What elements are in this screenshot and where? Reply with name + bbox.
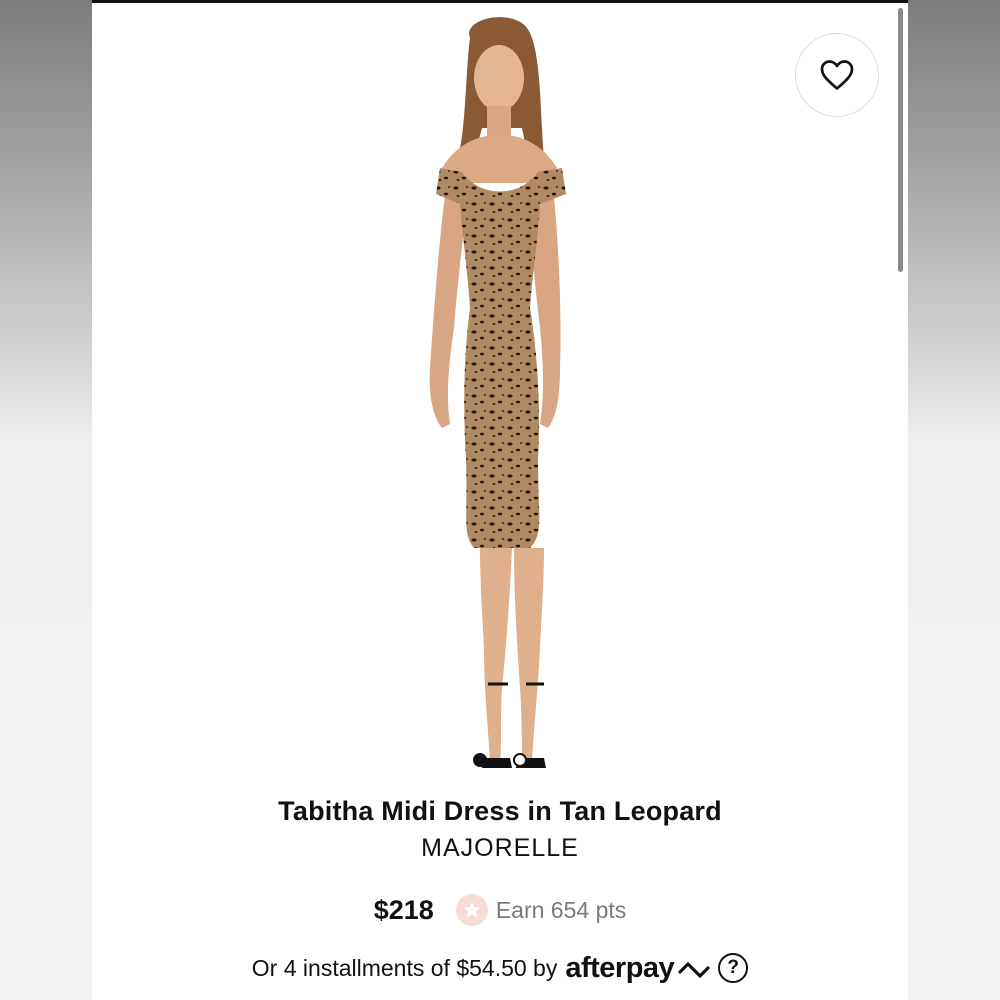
rewards-points: Earn 654 pts: [495, 896, 627, 923]
installments-row: Or 4 installments of $54.50 by afterpay …: [92, 948, 908, 988]
backdrop-left: [0, 0, 92, 1000]
product-price: $218: [373, 894, 434, 925]
price-row: $218 Earn 654 pts: [92, 890, 908, 930]
scrollbar[interactable]: [898, 8, 903, 272]
heart-outline-icon: [820, 60, 854, 90]
installments-text: Or 4 installments of $54.50 by: [251, 954, 558, 981]
star-icon: [455, 894, 488, 926]
status-bar-edge: [92, 0, 908, 3]
afterpay-logo: afterpay: [565, 951, 675, 984]
carousel-dot-1[interactable]: [473, 753, 487, 767]
afterpay-arrows-icon: [678, 962, 710, 978]
product-image[interactable]: [362, 8, 632, 788]
product-title: Tabitha Midi Dress in Tan Leopard: [278, 796, 722, 826]
afterpay-help-button[interactable]: ?: [718, 953, 749, 983]
carousel-indicator: [92, 752, 908, 768]
product-screen: Tabitha Midi Dress in Tan Leopard MAJORE…: [92, 0, 908, 1000]
favorite-button[interactable]: [795, 33, 879, 117]
product-brand[interactable]: MAJORELLE: [92, 834, 908, 863]
backdrop-right: [908, 0, 1000, 1000]
carousel-dot-2[interactable]: [513, 753, 527, 767]
